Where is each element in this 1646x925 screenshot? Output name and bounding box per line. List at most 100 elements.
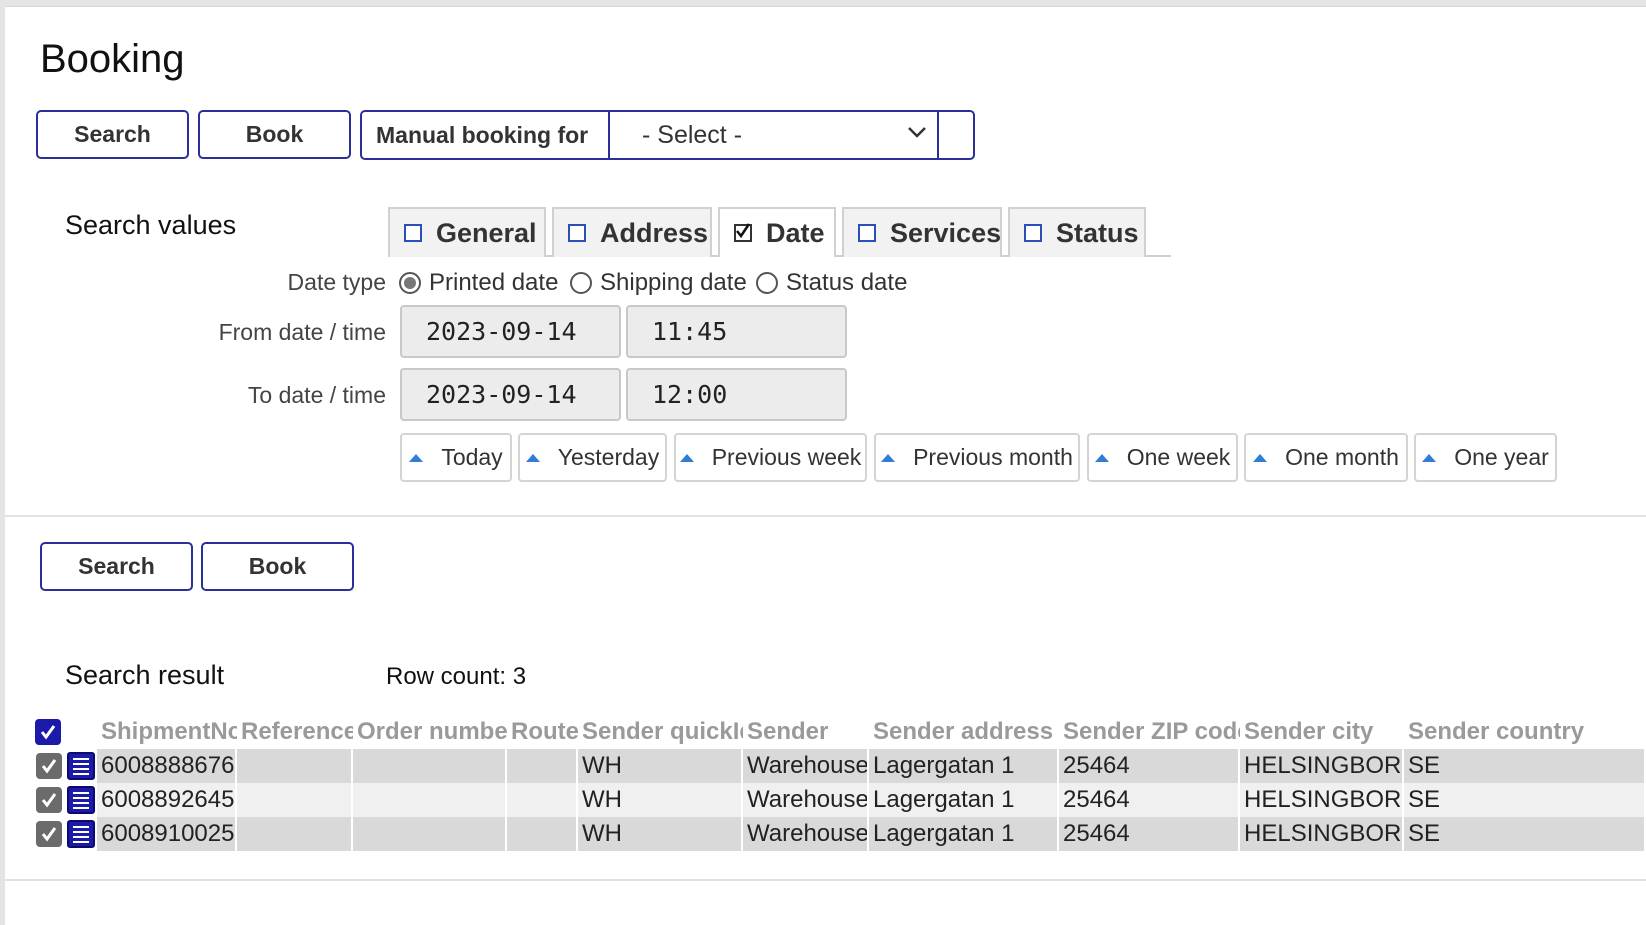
- col-header-sender[interactable]: Sender: [743, 715, 869, 749]
- radio-shipping-date-circle[interactable]: [570, 272, 592, 294]
- row-checkbox[interactable]: [36, 787, 62, 813]
- table-row[interactable]: 6008910025 WH Warehouse Lagergatan 1 254…: [34, 817, 1646, 851]
- col-header-sender-zip-code[interactable]: Sender ZIP code: [1059, 715, 1240, 749]
- tab-services[interactable]: Services: [842, 207, 1002, 257]
- col-header-sender-quickid[interactable]: Sender quickId: [578, 715, 743, 749]
- tab-services-checkbox[interactable]: [858, 224, 876, 242]
- col-header-sender-city[interactable]: Sender city: [1240, 715, 1404, 749]
- document-list-icon[interactable]: [67, 820, 95, 848]
- col-header-route[interactable]: Route: [507, 715, 578, 749]
- row-checkbox[interactable]: [36, 821, 62, 847]
- tab-services-label: Services: [890, 217, 1002, 248]
- cell-sender: Warehouse: [743, 749, 869, 783]
- radio-printed-date-circle[interactable]: [399, 272, 421, 294]
- document-list-icon[interactable]: [67, 752, 95, 780]
- quick-range-one-month[interactable]: One month: [1244, 433, 1408, 482]
- arrow-up-icon: [1094, 453, 1109, 462]
- arrow-up-icon: [1253, 453, 1268, 462]
- tab-address-label: Address: [600, 217, 709, 248]
- cell-route: [507, 783, 578, 817]
- radio-status-date-label: Status date: [786, 269, 908, 296]
- quick-range-one-year[interactable]: One year: [1414, 433, 1557, 482]
- chevron-down-icon: [908, 127, 926, 138]
- cell-order-number: [353, 817, 507, 851]
- cell-order-number: [353, 749, 507, 783]
- cell-sender-city: HELSINGBORG: [1240, 817, 1404, 851]
- manual-booking-label: Manual booking for: [376, 121, 589, 148]
- radio-shipping-date[interactable]: Shipping date: [570, 269, 747, 297]
- cell-route: [507, 749, 578, 783]
- quick-range-yesterday[interactable]: Yesterday: [518, 433, 667, 482]
- check-icon: [736, 223, 751, 239]
- col-header-order-number[interactable]: Order number: [353, 715, 507, 749]
- cell-sender-quickid: WH: [578, 749, 743, 783]
- book-button-bottom[interactable]: Book: [201, 542, 354, 591]
- cell-sender: Warehouse: [743, 817, 869, 851]
- tab-address-checkbox[interactable]: [568, 224, 586, 242]
- radio-printed-date[interactable]: Printed date: [399, 269, 558, 297]
- quick-range-previous-week[interactable]: Previous week: [674, 433, 867, 482]
- check-icon: [41, 759, 57, 774]
- tab-date-checkbox[interactable]: [734, 223, 752, 242]
- quick-range-today[interactable]: Today: [400, 433, 512, 482]
- document-list-icon[interactable]: [67, 786, 95, 814]
- manual-booking-group: Manual booking for - Select -: [360, 110, 975, 160]
- tab-general-label: General: [436, 217, 537, 248]
- from-date-time-label: From date / time: [218, 319, 386, 345]
- col-header-sender-address-1[interactable]: Sender address 1: [869, 715, 1059, 749]
- manual-booking-select-value: - Select -: [642, 120, 743, 149]
- cell-reference: [237, 783, 353, 817]
- row-count: Row count: 3: [386, 663, 527, 690]
- tab-address[interactable]: Address: [552, 207, 712, 257]
- tab-status-checkbox[interactable]: [1024, 224, 1042, 242]
- radio-status-date-circle[interactable]: [756, 272, 778, 294]
- arrow-up-icon: [679, 453, 694, 462]
- cell-order-number: [353, 783, 507, 817]
- table-row[interactable]: 6008888676 WH Warehouse Lagergatan 1 254…: [34, 749, 1646, 783]
- to-date-input[interactable]: 2023-09-14: [400, 368, 621, 421]
- quick-range-previous-month[interactable]: Previous month: [874, 433, 1080, 482]
- radio-status-date[interactable]: Status date: [756, 269, 907, 297]
- manual-booking-extra[interactable]: [939, 112, 973, 158]
- col-header-sender-country[interactable]: Sender country: [1404, 715, 1646, 749]
- search-result-title: Search result: [65, 660, 225, 690]
- to-time-input[interactable]: 12:00: [626, 368, 847, 421]
- search-button-bottom[interactable]: Search: [40, 542, 193, 591]
- quick-range-one-year-label: One year: [1454, 444, 1549, 470]
- search-values-title: Search values: [65, 210, 237, 240]
- cell-sender-zip-code: 25464: [1059, 749, 1240, 783]
- quick-range-one-week[interactable]: One week: [1087, 433, 1238, 482]
- cell-sender-quickid: WH: [578, 783, 743, 817]
- tab-general-checkbox[interactable]: [404, 224, 422, 242]
- select-all-checkbox[interactable]: [35, 719, 61, 745]
- cell-sender-address-1: Lagergatan 1: [869, 783, 1059, 817]
- row-checkbox[interactable]: [36, 753, 62, 779]
- table-row[interactable]: 6008892645 WH Warehouse Lagergatan 1 254…: [34, 783, 1646, 817]
- quick-range-previous-week-label: Previous week: [711, 444, 862, 470]
- tab-date[interactable]: Date: [718, 207, 836, 257]
- col-header-reference[interactable]: Reference: [237, 715, 353, 749]
- from-time-input[interactable]: 11:45: [626, 305, 847, 358]
- search-button[interactable]: Search: [36, 110, 189, 159]
- cell-shipmentno: 6008888676: [97, 749, 237, 783]
- arrow-up-icon: [525, 453, 540, 462]
- radio-shipping-date-label: Shipping date: [600, 269, 747, 296]
- cell-sender-zip-code: 25464: [1059, 817, 1240, 851]
- manual-booking-select[interactable]: - Select -: [608, 112, 939, 158]
- cell-sender-address-1: Lagergatan 1: [869, 817, 1059, 851]
- quick-range-today-label: Today: [441, 444, 503, 470]
- radio-printed-date-label: Printed date: [429, 269, 559, 296]
- cell-shipmentno: 6008892645: [97, 783, 237, 817]
- book-button[interactable]: Book: [198, 110, 351, 159]
- tab-status[interactable]: Status: [1008, 207, 1146, 257]
- cell-sender-country: SE: [1404, 817, 1646, 851]
- from-date-input[interactable]: 2023-09-14: [400, 305, 621, 358]
- date-type-label: Date type: [287, 269, 386, 295]
- col-header-shipmentno[interactable]: ShipmentNo: [97, 715, 237, 749]
- check-icon: [40, 725, 56, 740]
- tab-status-label: Status: [1056, 217, 1139, 248]
- cell-shipmentno: 6008910025: [97, 817, 237, 851]
- cell-sender-zip-code: 25464: [1059, 783, 1240, 817]
- table-header: ShipmentNo Reference Order number Route …: [34, 715, 1646, 749]
- tab-general[interactable]: General: [388, 207, 546, 257]
